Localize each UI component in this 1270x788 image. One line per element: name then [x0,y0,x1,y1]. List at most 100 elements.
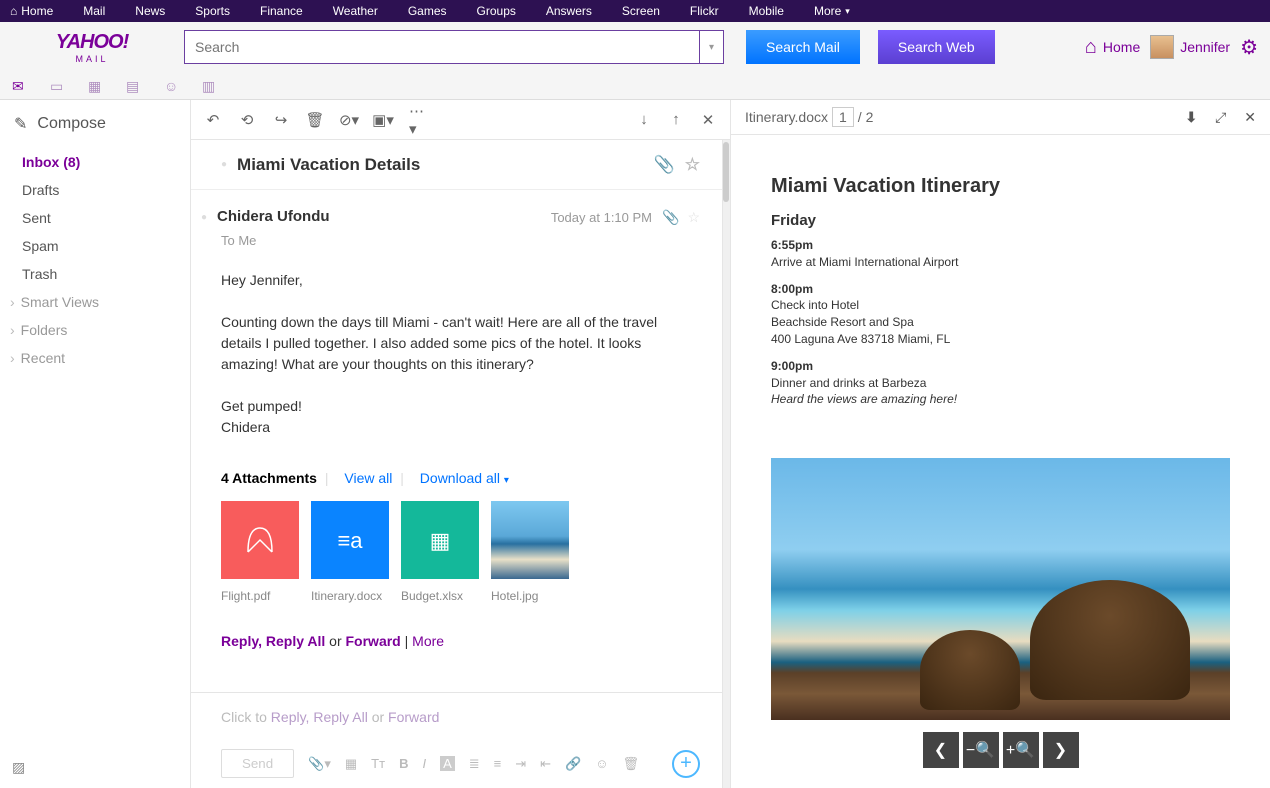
search-web-button[interactable]: Search Web [878,30,995,64]
search-mail-button[interactable]: Search Mail [746,30,860,64]
next-page-button[interactable]: ❯ [1043,732,1079,768]
scrollbar-track[interactable] [722,140,730,788]
expand-icon[interactable]: ⤢ [1215,109,1226,126]
send-button[interactable]: Send [221,749,294,778]
nav-sports[interactable]: Sports [195,4,230,18]
nav-answers[interactable]: Answers [546,4,592,18]
folder-inbox[interactable]: Inbox (8) [0,148,190,176]
italic-icon[interactable]: I [422,756,426,771]
text-color-icon[interactable]: A [440,756,455,771]
preview-page-current[interactable]: 1 [832,107,854,127]
user-menu[interactable]: Jennifer [1150,35,1230,59]
download-all-link[interactable]: Download all ▾ [420,470,509,486]
close-preview-icon[interactable]: ✕ [1244,109,1256,126]
home-icon: ⌂ [10,4,17,18]
close-message-icon[interactable]: ✕ [700,112,716,128]
section-smart-views[interactable]: Smart Views [0,288,190,316]
search-scope-dropdown[interactable]: ▾ [700,30,724,64]
image-icon[interactable]: ▨ [12,759,25,776]
forward-icon[interactable]: ↪ [273,112,289,128]
font-size-icon[interactable]: Tᴛ [371,756,385,771]
compose-button[interactable]: ✎Compose [0,114,190,148]
outdent-icon[interactable]: ⇤ [540,756,551,772]
sidebar: ✎Compose Inbox (8) Drafts Sent Spam Tras… [0,100,190,788]
attachment-item[interactable]: ≡aItinerary.docx [311,501,389,605]
view-all-link[interactable]: View all [344,470,392,486]
nav-finance[interactable]: Finance [260,4,303,18]
discard-icon[interactable]: 🗑 [623,756,640,772]
search-box: ▾ [184,30,724,64]
folder-sent[interactable]: Sent [0,204,190,232]
gear-icon[interactable]: ⚙ [1240,35,1258,60]
section-recent[interactable]: Recent [0,344,190,372]
scrollbar-thumb[interactable] [723,142,729,202]
messenger-icon[interactable]: ☺ [164,78,180,94]
move-icon[interactable]: ▣▾ [375,112,391,128]
reply-all-link[interactable]: Reply All [266,633,325,649]
link-icon[interactable]: 🔗 [565,756,581,772]
indent-icon[interactable]: ⇥ [515,756,526,772]
attach-icon[interactable]: 📎▾ [308,756,331,772]
attachment-item[interactable]: Flight.pdf [221,501,299,605]
prev-page-button[interactable]: ❮ [923,732,959,768]
chevron-down-icon: ▾ [504,475,509,486]
reply-all-icon[interactable]: ⟲ [239,112,255,128]
sender-name[interactable]: Chidera Ufondu [217,206,330,229]
notepad-icon[interactable]: ▤ [126,78,142,94]
folder-spam[interactable]: Spam [0,232,190,260]
zoom-out-button[interactable]: −🔍 [963,732,999,768]
search-input[interactable] [184,30,700,64]
recipients[interactable]: To Me [221,231,700,251]
nav-flickr[interactable]: Flickr [690,4,719,18]
body-text: Counting down the days till Miami - can'… [221,312,700,375]
yahoo-mail-logo: YAHOO!MAIL [12,31,172,64]
attachments-section: 4 Attachments | View all | Download all … [221,468,700,605]
bullet-list-icon[interactable]: ≣ [469,756,480,772]
reply-icon[interactable]: ↶ [205,112,221,128]
attachment-item[interactable]: Hotel.jpg [491,501,569,605]
add-icon[interactable]: + [672,750,700,778]
mail-icon[interactable]: ✉ [12,78,28,94]
forward-link[interactable]: Forward [346,633,401,649]
nav-games[interactable]: Games [408,4,447,18]
prev-message-icon[interactable]: ↑ [668,112,684,128]
subject-bar: ● Miami Vacation Details 📎 ☆ [191,140,730,190]
folder-drafts[interactable]: Drafts [0,176,190,204]
nav-home[interactable]: ⌂Home [10,4,53,18]
format-icon[interactable]: ▦ [345,756,357,772]
doc-title: Miami Vacation Itinerary [771,175,1230,198]
nav-more[interactable]: More ▾ [814,4,850,18]
star-icon[interactable]: ☆ [685,155,700,175]
download-icon[interactable]: ⬇ [1185,109,1197,126]
reply-link[interactable]: Reply, [221,633,262,649]
attachment-name: Budget.xlsx [401,587,479,605]
section-folders[interactable]: Folders [0,316,190,344]
reply-compose-area[interactable]: Click to Reply, Reply All or Forward Sen… [191,692,730,788]
nav-screen[interactable]: Screen [622,4,660,18]
document-content: Miami Vacation Itinerary Friday 6:55pmAr… [771,155,1230,438]
folder-trash[interactable]: Trash [0,260,190,288]
number-list-icon[interactable]: ≡ [494,756,502,771]
contacts-icon[interactable]: ▭ [50,78,66,94]
home-link[interactable]: ⌂Home [1085,36,1140,59]
nav-weather[interactable]: Weather [333,4,378,18]
more-link[interactable]: More [412,633,444,649]
trash-icon[interactable]: 🗑 [307,112,323,128]
global-nav: ⌂Home Mail News Sports Finance Weather G… [0,0,1270,22]
nav-mail[interactable]: Mail [83,4,105,18]
star-icon[interactable]: ☆ [687,207,700,228]
nav-mobile[interactable]: Mobile [749,4,784,18]
subject-text: Miami Vacation Details [237,155,420,175]
spam-icon[interactable]: ⊘▾ [341,112,357,128]
emoji-icon[interactable]: ☺ [595,756,608,771]
app-header: YAHOO!MAIL ▾ Search Mail Search Web ⌂Hom… [0,22,1270,72]
news-icon[interactable]: ▥ [202,78,218,94]
attachment-item[interactable]: ▦Budget.xlsx [401,501,479,605]
bold-icon[interactable]: B [399,756,408,771]
nav-groups[interactable]: Groups [477,4,516,18]
zoom-in-button[interactable]: +🔍 [1003,732,1039,768]
more-actions-icon[interactable]: ⋯▾ [409,112,425,128]
calendar-icon[interactable]: ▦ [88,78,104,94]
next-message-icon[interactable]: ↓ [636,112,652,128]
nav-news[interactable]: News [135,4,165,18]
